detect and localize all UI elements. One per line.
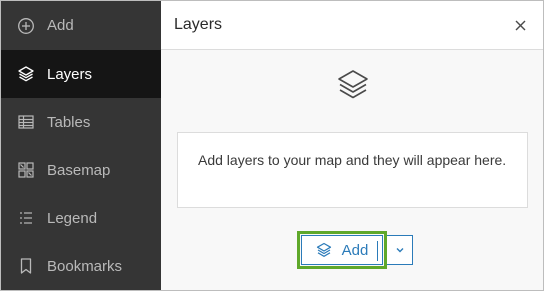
add-layer-control: Add	[297, 231, 413, 269]
highlight-frame: Add	[297, 231, 387, 269]
sidebar-item-label: Legend	[47, 209, 98, 227]
add-layer-button[interactable]: Add	[301, 235, 383, 265]
sidebar-item-tables[interactable]: Tables	[1, 98, 161, 146]
sidebar-item-label: Tables	[47, 113, 91, 131]
sidebar-item-add[interactable]: Add	[1, 1, 161, 50]
layers-icon	[316, 242, 332, 258]
sidebar-item-layers[interactable]: Layers	[1, 50, 161, 98]
table-icon	[17, 113, 35, 131]
app-window: Add Layers Tables Basemap Legend Bookmar…	[0, 0, 544, 291]
empty-state-message: Add layers to your map and they will app…	[177, 132, 528, 208]
panel-header: Layers	[161, 1, 543, 50]
sidebar-item-label: Layers	[47, 65, 93, 83]
bookmark-icon	[17, 257, 35, 275]
sidebar-item-label: Add	[47, 17, 74, 34]
close-icon	[515, 20, 525, 30]
add-options-dropdown[interactable]	[387, 235, 413, 265]
legend-icon	[17, 209, 35, 227]
add-button-label: Add	[341, 241, 369, 259]
layers-icon	[17, 65, 35, 83]
sidebar-item-label: Bookmarks	[47, 257, 123, 275]
panel-body: Add layers to your map and they will app…	[161, 50, 543, 290]
layers-icon	[338, 70, 368, 99]
sidebar: Add Layers Tables Basemap Legend Bookmar…	[1, 1, 161, 290]
sidebar-item-legend[interactable]: Legend	[1, 194, 161, 242]
sidebar-item-label: Basemap	[47, 161, 111, 179]
sidebar-item-basemap[interactable]: Basemap	[1, 146, 161, 194]
basemap-icon	[17, 161, 35, 179]
plus-circle-icon	[17, 17, 35, 35]
close-button[interactable]	[511, 16, 529, 34]
chevron-down-icon	[396, 248, 403, 253]
sidebar-item-bookmarks[interactable]: Bookmarks	[1, 242, 161, 290]
panel-title: Layers	[174, 16, 223, 33]
layers-panel: Layers Add layers to your map and they w…	[161, 1, 543, 290]
